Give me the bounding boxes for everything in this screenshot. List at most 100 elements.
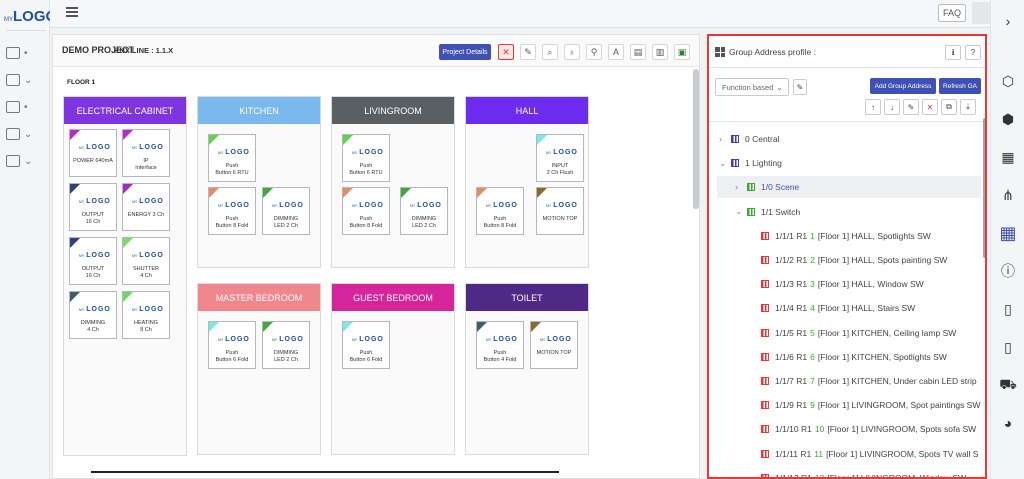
document-icon[interactable]: ▤	[630, 44, 646, 60]
device-label: HEATING 8 Ch	[133, 320, 159, 333]
room-electrical-cabinet[interactable]: ELECTRICAL CABINET MY LOGO POWER 640mA MY LOG…	[63, 96, 187, 456]
device-card[interactable]: MY LOGO ENERGY 3 Ch	[122, 183, 170, 231]
font-icon[interactable]: A	[608, 44, 624, 60]
ga-tree-row[interactable]: 1/1/1 R1 1 [Floor 1] HALL, Spotlights SW	[709, 225, 981, 247]
device-card[interactable]: MY LOGO Push Button 6 Fold	[208, 321, 256, 369]
hierarchy-icon[interactable]: ⋔	[999, 186, 1017, 204]
ga-tree-row[interactable]: › 1/0 Scene	[717, 176, 981, 199]
ga-tree-row[interactable]: 1/1/9 R1 9 [Floor 1] LIVINGROOM, Spot pain…	[709, 394, 981, 416]
pie-chart-icon[interactable]: ◕	[999, 414, 1017, 432]
room-header[interactable]: HALL	[466, 97, 588, 124]
device-card[interactable]: MY LOGO Push Button 4 Fold	[476, 321, 524, 369]
excel-icon[interactable]: ▯	[999, 338, 1017, 356]
faq-button[interactable]: FAQ	[938, 4, 966, 22]
room-header[interactable]: MASTER BEDROOM	[198, 284, 320, 311]
hierarchy-icon[interactable]: ⚲	[586, 44, 602, 60]
search-icon[interactable]: ⌕	[542, 44, 558, 60]
device-card[interactable]: MY LOGO Push Button 6 Fold	[342, 321, 390, 369]
help-button[interactable]: ?	[965, 45, 981, 60]
left-sidebar-item[interactable]: ⌄	[6, 125, 44, 143]
app-logo[interactable]: MYLOGO	[4, 8, 57, 32]
ga-tree-row[interactable]: 1/1/12 R1 12 [Floor 1] LIVINGROOM, Window …	[709, 467, 981, 477]
left-sidebar-item[interactable]: ⌄	[6, 152, 44, 170]
ga-tree-row[interactable]: 1/1/5 R1 5 [Floor 1] KITCHEN, Ceiling lamp…	[709, 322, 981, 344]
group-address-icon	[761, 256, 769, 264]
ga-tree-row[interactable]: ⌄ 1/1 Switch	[709, 201, 981, 223]
device-card[interactable]: MY LOGO Push Button 8 Fold	[476, 187, 524, 235]
device-card[interactable]: MY LOGO Push Button 6 RTU	[208, 134, 256, 182]
building-icon[interactable]: ▦	[999, 148, 1017, 166]
room-guest-bedroom[interactable]: GUEST BEDROOM MY LOGO Push Button 6 Fold	[331, 283, 455, 455]
room-header[interactable]: ELECTRICAL CABINET	[64, 97, 186, 124]
expand-chevron-icon[interactable]: ›	[735, 182, 747, 192]
delete-icon[interactable]: ✕	[922, 99, 938, 115]
room-livingroom[interactable]: LIVINGROOM MY LOGO Push Button 6 RTU MY LOGO Pu…	[331, 96, 455, 268]
left-sidebar-item[interactable]: •	[6, 98, 44, 116]
ga-tree-row[interactable]: 1/1/2 R1 2 [Floor 1] HALL, Spots painting …	[709, 249, 981, 271]
grid-icon[interactable]: ▦	[999, 223, 1017, 243]
refresh-ga-button[interactable]: Refresh GA	[939, 78, 981, 94]
room-header[interactable]: GUEST BEDROOM	[332, 284, 454, 311]
ga-tree-row[interactable]: 1/1/6 R1 6 [Floor 1] KITCHEN, Spotlights S…	[709, 346, 981, 368]
move-up-icon[interactable]: ↑	[865, 99, 881, 115]
ga-tree-row[interactable]: › 0 Central	[709, 128, 981, 150]
info-icon[interactable]: ⓘ	[999, 262, 1017, 280]
device-card[interactable]: MY LOGO Push Button 6 RTU	[342, 134, 390, 182]
cubes-icon[interactable]: ⬢	[999, 110, 1017, 128]
device-card[interactable]: MY LOGO INPUT 2 Ch Flush	[536, 134, 584, 182]
room-header[interactable]: TOILET	[466, 284, 588, 311]
device-card[interactable]: MY LOGO Push Button 8 Fold	[342, 187, 390, 235]
ga-tree-row[interactable]: 1/1/4 R1 4 [Floor 1] HALL, Stairs SW	[709, 297, 981, 319]
copy-icon[interactable]: ▥	[652, 44, 668, 60]
expand-chevron-icon[interactable]: ›	[719, 134, 731, 144]
cart-icon[interactable]: ⛟	[999, 376, 1017, 394]
add-group-address-button[interactable]: Add Group Address	[870, 78, 936, 94]
expand-chevron-icon[interactable]: ⌄	[719, 158, 731, 169]
ga-tree-row[interactable]: 1/1/7 R1 7 [Floor 1] KITCHEN, Under cabin …	[709, 370, 981, 392]
device-card[interactable]: MY LOGO DIMMING LED 2 Ch	[262, 187, 310, 235]
ga-tree-row[interactable]: 1/1/10 R1 10 [Floor 1] LIVINGROOM, Spots s…	[709, 418, 981, 440]
ga-tree-row[interactable]: 1/1/3 R1 3 [Floor 1] HALL, Window SW	[709, 273, 981, 295]
hamburger-menu-icon[interactable]	[66, 7, 78, 17]
device-card[interactable]: MY LOGO DIMMING 4 Ch	[69, 291, 117, 339]
info-button[interactable]: ℹ	[945, 45, 961, 60]
cube-icon[interactable]: ⬡	[999, 72, 1017, 90]
close-icon[interactable]: ✕	[498, 44, 514, 60]
paint-icon[interactable]: ♁	[564, 44, 580, 60]
device-card[interactable]: MY LOGO MOTION TOP	[536, 187, 584, 235]
device-card[interactable]: MY LOGO SHUTTER 4 Ch	[122, 237, 170, 285]
room-header[interactable]: KITCHEN	[198, 97, 320, 124]
ga-tree-row[interactable]: ⌄ 1 Lighting	[709, 152, 981, 174]
ga-scrollbar[interactable]	[983, 118, 985, 258]
device-card[interactable]: MY LOGO DIMMING LED 2 Ch	[400, 187, 448, 235]
expand-panel-icon[interactable]: ›	[999, 12, 1017, 30]
device-card[interactable]: MY LOGO Push Button 8 Fold	[208, 187, 256, 235]
device-card[interactable]: MY LOGO OUTPUT 16 Ch	[69, 237, 117, 285]
room-kitchen[interactable]: KITCHEN MY LOGO Push Button 6 RTU MY LOGO Push B…	[197, 96, 321, 268]
edit-icon[interactable]: ✎	[903, 99, 919, 115]
device-card[interactable]: MY LOGO OUTPUT 16 Ch	[69, 183, 117, 231]
move-down-icon[interactable]: ↓	[884, 99, 900, 115]
function-select[interactable]: Function based ⌄	[715, 78, 789, 96]
room-toilet[interactable]: TOILET MY LOGO Push Button 4 Fold MY LOGO MOTIO…	[465, 283, 589, 455]
left-sidebar-item[interactable]: ⌄	[6, 71, 44, 89]
edit-icon[interactable]: ✎	[793, 79, 807, 95]
eraser-icon[interactable]: ✎	[520, 44, 536, 60]
device-card[interactable]: MY LOGO DIMMING LED 2 Ch	[262, 321, 310, 369]
pdf-icon[interactable]: ▯	[999, 300, 1017, 318]
left-sidebar-item[interactable]: •	[6, 44, 44, 62]
device-card[interactable]: MY LOGO MOTION TOP	[530, 321, 578, 369]
expand-chevron-icon[interactable]: ⌄	[735, 206, 747, 217]
project-details-button[interactable]: Project Details	[439, 44, 491, 60]
download-icon[interactable]: ⤓	[960, 99, 976, 115]
room-master-bedroom[interactable]: MASTER BEDROOM MY LOGO Push Button 6 Fold MY L…	[197, 283, 321, 455]
ga-tree-row[interactable]: 1/1/11 R1 11 [Floor 1] LIVINGROOM, Spots T…	[709, 443, 981, 465]
save-icon[interactable]: ▣	[674, 44, 690, 60]
room-hall[interactable]: HALL MY LOGO INPUT 2 Ch Flush MY LOGO Push Butto…	[465, 96, 589, 268]
room-header[interactable]: LIVINGROOM	[332, 97, 454, 124]
device-card[interactable]: MY LOGO IP Interface	[122, 129, 170, 177]
device-card[interactable]: MY LOGO POWER 640mA	[69, 129, 117, 177]
project-scrollbar[interactable]	[693, 69, 699, 209]
copy-icon[interactable]: ⧉	[941, 99, 957, 115]
device-card[interactable]: MY LOGO HEATING 8 Ch	[122, 291, 170, 339]
